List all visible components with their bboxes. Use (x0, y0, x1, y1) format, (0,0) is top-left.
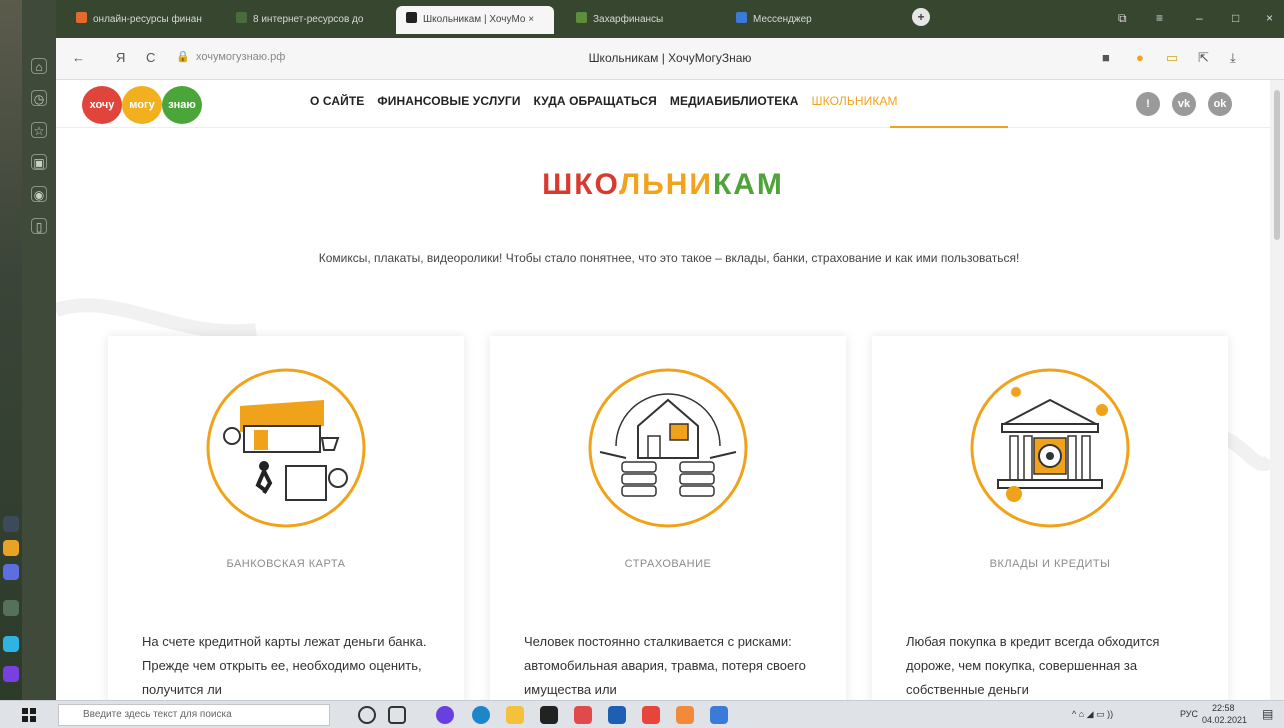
tab-active[interactable]: Школьникам | ХочуМо × (396, 6, 554, 34)
tab-favicon (406, 12, 417, 23)
clock-date[interactable]: 04.02.2021 (1202, 715, 1247, 725)
protect-icon[interactable]: ● (1136, 50, 1144, 65)
messenger-icon[interactable] (3, 564, 19, 580)
alice-icon[interactable] (3, 666, 19, 682)
page-scrollbar[interactable] (1270, 80, 1284, 700)
page-title: ШКОЛЬНИКАМ (56, 168, 1270, 202)
cortana-icon[interactable] (358, 706, 376, 724)
menu-item-where-to-apply[interactable]: КУДА ОБРАЩАТЬСЯ (534, 94, 657, 108)
tab-favicon (736, 12, 747, 23)
mail-icon[interactable] (3, 540, 19, 556)
menu-item-about[interactable]: О САЙТЕ (310, 94, 364, 108)
tab-label: Захарфинансы (593, 14, 664, 25)
language-indicator[interactable]: РУС (1180, 709, 1198, 719)
title-part: ЛЬНИ (619, 168, 713, 201)
minimize-icon[interactable]: – (1196, 11, 1203, 25)
browser-side-panel: ⌂ ◷ ☆ ▣ ◉ ▯ (22, 0, 56, 700)
tab[interactable]: Мессенджер (726, 6, 886, 34)
tab[interactable]: 8 интернет-ресурсов до (226, 6, 384, 34)
share-icon[interactable]: ⇱ (1198, 50, 1209, 66)
card-deposits-credits[interactable]: ВКЛАДЫ И КРЕДИТЫ Любая покупка в кредит … (872, 336, 1228, 700)
tab-bar: онлайн-ресурсы финан 8 интернет-ресурсов… (56, 0, 1284, 38)
scrollbar-thumb[interactable] (1274, 90, 1280, 240)
messenger-app-icon[interactable] (710, 706, 728, 724)
history-icon[interactable]: ◷ (31, 90, 47, 106)
page-title-display: Школьникам | ХочуМогуЗнаю (588, 51, 752, 65)
tab-label: Мессенджер (753, 14, 812, 25)
battery-icon[interactable]: ▭ (1166, 50, 1178, 66)
alice-taskbar-icon[interactable] (436, 706, 454, 724)
ok-icon[interactable]: ok (1208, 92, 1232, 116)
windows-start-icon[interactable] (22, 708, 36, 722)
bookmarks-icon[interactable]: ☆ (31, 122, 47, 138)
sidebar-icon[interactable]: ▯ (31, 218, 47, 234)
title-part: КАМ (712, 168, 784, 201)
web-page: хочу могу знаю О САЙТЕ ФИНАНСОВЫЕ УСЛУГИ… (56, 80, 1270, 700)
tab[interactable]: Захарфинансы (566, 6, 716, 34)
tab-label: онлайн-ресурсы финан (93, 14, 202, 25)
accessibility-icon[interactable]: ! (1136, 92, 1160, 116)
tab[interactable]: онлайн-ресурсы финан (66, 6, 216, 34)
tab-favicon (236, 12, 247, 23)
store-icon[interactable] (540, 706, 558, 724)
yandex-browser-icon[interactable] (642, 706, 660, 724)
bank-card-illustration (206, 368, 366, 528)
downloads-icon[interactable]: ◉ (31, 186, 47, 202)
card-title[interactable]: ВКЛАДЫ И КРЕДИТЫ (872, 558, 1228, 570)
task-view-icon[interactable] (388, 706, 406, 724)
download-icon[interactable]: ⤓ (1230, 50, 1236, 66)
bookmark-icon[interactable]: ■ (1102, 50, 1110, 65)
app-icon[interactable] (574, 706, 592, 724)
bank-building-illustration (970, 368, 1130, 528)
home-icon[interactable]: ⌂ (31, 58, 47, 74)
maximize-icon[interactable]: □ (1232, 11, 1239, 25)
tray-icons[interactable]: ^ ⌂ ◢ ▭ )) (1072, 709, 1113, 720)
main-menu: О САЙТЕ ФИНАНСОВЫЕ УСЛУГИ КУДА ОБРАЩАТЬС… (310, 94, 898, 108)
menu-item-financial-services[interactable]: ФИНАНСОВЫЕ УСЛУГИ (377, 94, 520, 108)
card-title[interactable]: БАНКОВСКАЯ КАРТА (108, 558, 464, 570)
active-menu-underline (890, 126, 1008, 128)
card-text: Любая покупка в кредит всегда обходится … (906, 634, 1160, 697)
play-icon[interactable] (3, 636, 19, 652)
tab-favicon (576, 12, 587, 23)
os-dock (0, 0, 22, 700)
title-part: ШКО (542, 168, 620, 201)
app-icon[interactable] (3, 516, 19, 532)
taskbar-search-input[interactable]: Введите здесь текст для поиска (58, 704, 330, 726)
office-icon[interactable] (676, 706, 694, 724)
edge-icon[interactable] (472, 706, 490, 724)
explorer-icon[interactable] (506, 706, 524, 724)
site-header: хочу могу знаю О САЙТЕ ФИНАНСОВЫЕ УСЛУГИ… (56, 80, 1270, 128)
card-text: На счете кредитной карты лежат деньги ба… (142, 634, 427, 697)
logo-word: могу (122, 86, 162, 124)
tab-label: 8 интернет-ресурсов до (253, 14, 364, 25)
mail-app-icon[interactable] (608, 706, 626, 724)
menu-icon[interactable]: ≡ (1156, 11, 1163, 25)
collections-icon[interactable]: ▣ (31, 154, 47, 170)
logo-word: знаю (162, 86, 202, 124)
card-title[interactable]: СТРАХОВАНИЕ (490, 558, 846, 570)
menu-item-media-library[interactable]: МЕДИАБИБЛИОТЕКА (670, 94, 799, 108)
address-bar: ← Я С 🔒 хочумогузнаю.рф Школьникам | Хоч… (56, 38, 1284, 80)
tabs-icon[interactable]: ⧉ (1118, 11, 1127, 26)
site-logo[interactable]: хочу могу знаю (82, 86, 202, 124)
page-subtitle: Комиксы, плакаты, видеоролики! Чтобы ста… (318, 251, 1020, 265)
card-insurance[interactable]: СТРАХОВАНИЕ Человек постоянно сталкивает… (490, 336, 846, 700)
card-bank-card[interactable]: БАНКОВСКАЯ КАРТА На счете кредитной карт… (108, 336, 464, 700)
card-text: Человек постоянно сталкивается с рисками… (524, 634, 806, 697)
clock-time[interactable]: 22:58 (1212, 703, 1235, 713)
tab-label: Школьникам | ХочуМо × (423, 14, 535, 25)
menu-item-schoolchildren[interactable]: ШКОЛЬНИКАМ (812, 94, 898, 108)
close-icon[interactable]: × (1266, 11, 1273, 25)
logo-word: хочу (82, 86, 122, 124)
os-taskbar: Введите здесь текст для поиска ^ ⌂ ◢ ▭ )… (0, 700, 1284, 728)
notifications-icon[interactable]: ▤ (1262, 707, 1273, 721)
add-app-icon[interactable] (3, 600, 19, 616)
insurance-illustration (588, 368, 748, 528)
vk-icon[interactable]: vk (1172, 92, 1196, 116)
tab-favicon (76, 12, 87, 23)
new-tab-button[interactable]: + (912, 8, 930, 26)
